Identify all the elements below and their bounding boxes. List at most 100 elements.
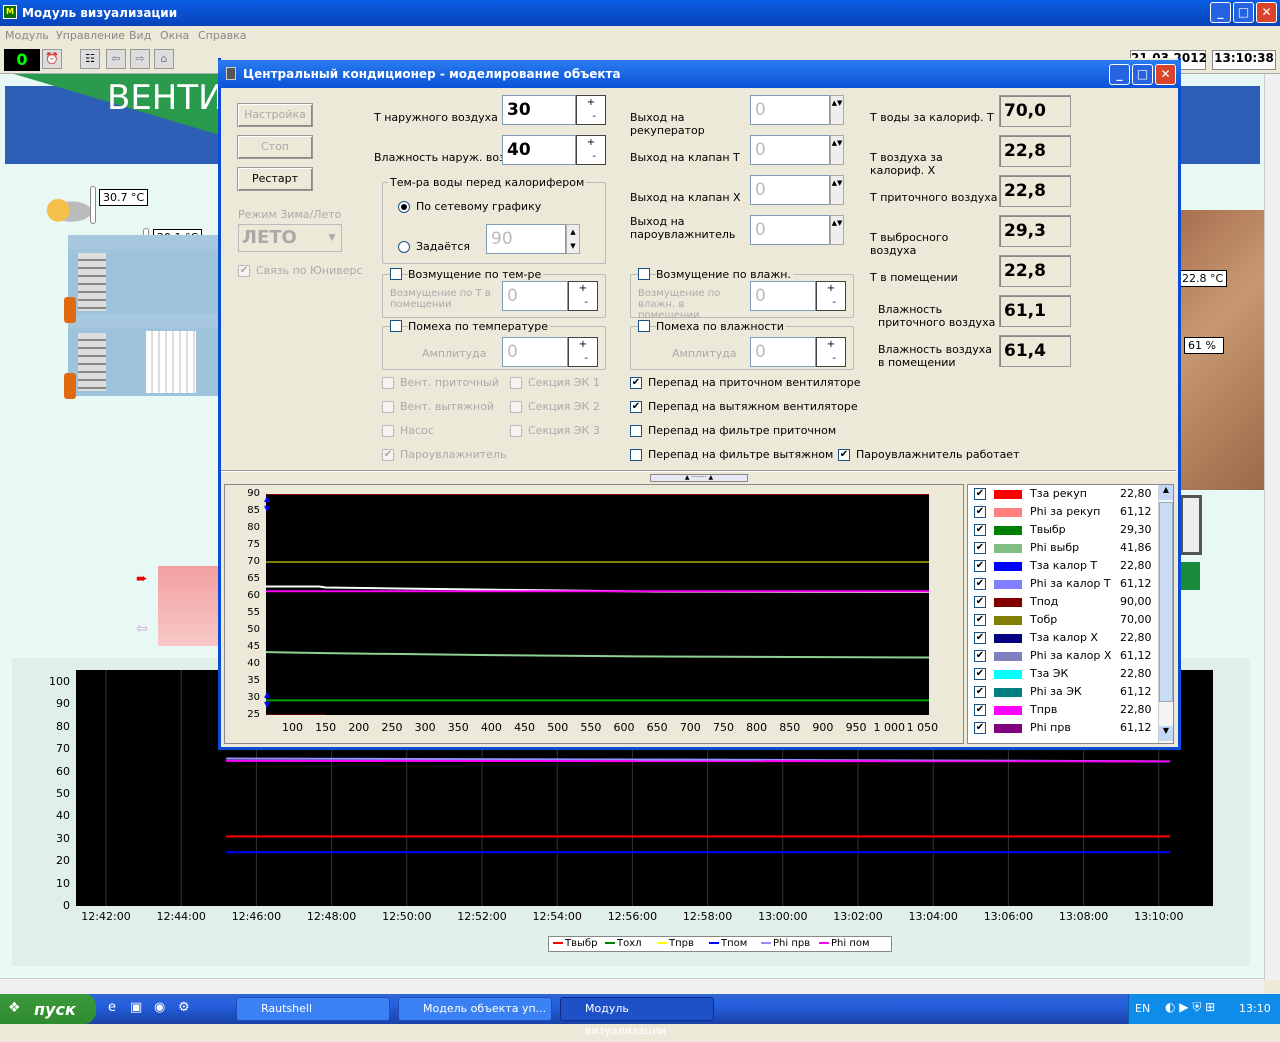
plus-minus-icon[interactable]: + - bbox=[568, 337, 598, 367]
legend-checkbox[interactable]: ✔ bbox=[974, 614, 986, 626]
legend-row[interactable]: ✔Phi за калор Х61,12 bbox=[972, 647, 1152, 665]
noise-temp-input[interactable]: 0 bbox=[502, 337, 568, 367]
alarm-clock-icon[interactable]: ⏰ bbox=[42, 49, 62, 69]
tree-icon[interactable]: ☷ bbox=[80, 49, 100, 69]
legend-row[interactable]: ✔Тобр70,00 bbox=[972, 611, 1152, 629]
plus-minus-icon[interactable]: + - bbox=[816, 281, 846, 311]
alarm-checkbox[interactable] bbox=[630, 449, 642, 461]
legend-row[interactable]: ✔Тза рекуп22,80 bbox=[972, 485, 1152, 503]
disabled-checkbox[interactable] bbox=[510, 425, 522, 437]
disabled-checkbox[interactable] bbox=[510, 401, 522, 413]
legend-checkbox[interactable]: ✔ bbox=[974, 596, 986, 608]
noise-hum-input[interactable]: 0 bbox=[750, 337, 816, 367]
home-icon[interactable]: ⌂ bbox=[154, 49, 174, 69]
legend-checkbox[interactable]: ✔ bbox=[974, 722, 986, 734]
splitter[interactable] bbox=[221, 470, 1176, 472]
menu-control[interactable]: Управление bbox=[56, 29, 125, 42]
link-checkbox[interactable]: ✔ bbox=[238, 265, 250, 277]
humidifier-checkbox[interactable]: ✔ bbox=[838, 449, 850, 461]
setup-button[interactable]: Настройка bbox=[237, 103, 313, 127]
save-icon[interactable]: ▣ bbox=[130, 1000, 142, 1015]
dist-hum-checkbox[interactable] bbox=[638, 268, 650, 280]
legend-row[interactable]: ✔Твыбр29,30 bbox=[972, 521, 1152, 539]
legend-checkbox[interactable]: ✔ bbox=[974, 524, 986, 536]
noise-hum-checkbox[interactable] bbox=[638, 320, 650, 332]
menu-view[interactable]: Вид bbox=[129, 29, 151, 42]
outdoor-humidity-input[interactable]: 40 bbox=[502, 135, 576, 165]
tray-icon[interactable]: ◐ ▶ ⛨ ⊞ bbox=[1165, 1000, 1215, 1015]
menu-module[interactable]: Модуль bbox=[5, 29, 49, 42]
alarm-checkbox[interactable]: ✔ bbox=[630, 401, 642, 413]
y-scroll-arrows-icon[interactable]: ▲▼ bbox=[264, 494, 272, 514]
vertical-scrollbar[interactable] bbox=[1264, 74, 1280, 980]
spinner-icon[interactable]: ▲▼ bbox=[830, 175, 844, 205]
restart-button[interactable]: Рестарт bbox=[237, 167, 313, 191]
legend-row[interactable]: ✔Phi прв61,12 bbox=[972, 719, 1152, 737]
plus-minus-icon[interactable]: + - bbox=[576, 135, 606, 165]
legend-checkbox[interactable]: ✔ bbox=[974, 704, 986, 716]
legend-row[interactable]: ✔Тпрв22,80 bbox=[972, 701, 1152, 719]
back-icon[interactable]: ⇦ bbox=[106, 49, 126, 69]
legend-checkbox[interactable]: ✔ bbox=[974, 632, 986, 644]
menu-help[interactable]: Справка bbox=[198, 29, 246, 42]
menu-windows[interactable]: Окна bbox=[160, 29, 189, 42]
legend-row[interactable]: ✔Phi за ЭК61,12 bbox=[972, 683, 1152, 701]
legend-checkbox[interactable]: ✔ bbox=[974, 650, 986, 662]
dist-temp-input[interactable]: 0 bbox=[502, 281, 568, 311]
close-button[interactable]: ✕ bbox=[1256, 2, 1277, 23]
stop-button[interactable]: Стоп bbox=[237, 135, 313, 159]
spinner-icon[interactable]: ▲▼ bbox=[830, 135, 844, 165]
legend-scrollbar[interactable]: ▲ ▼ bbox=[1158, 485, 1173, 743]
water-temp-input[interactable]: 90 bbox=[486, 224, 566, 254]
plus-minus-icon[interactable]: + - bbox=[576, 95, 606, 125]
dialog-close-button[interactable]: ✕ bbox=[1155, 64, 1176, 85]
ie-icon[interactable]: e bbox=[108, 1000, 116, 1015]
alarm-checkbox[interactable]: ✔ bbox=[630, 377, 642, 389]
task-visualization[interactable]: Модуль визуализации bbox=[560, 997, 714, 1021]
start-button[interactable]: ❖ пуск bbox=[0, 994, 96, 1024]
legend-row[interactable]: ✔Phi за рекуп61,12 bbox=[972, 503, 1152, 521]
mode-select[interactable]: ЛЕТО ▼ bbox=[238, 224, 342, 252]
legend-checkbox[interactable]: ✔ bbox=[974, 668, 986, 680]
disabled-checkbox[interactable] bbox=[382, 377, 394, 389]
language-indicator[interactable]: EN bbox=[1135, 1002, 1150, 1015]
task-rautshell[interactable]: Rautshell bbox=[236, 997, 390, 1021]
legend-row[interactable]: ✔Phi выбр41,86 bbox=[972, 539, 1152, 557]
plus-minus-icon[interactable]: + - bbox=[816, 337, 846, 367]
legend-checkbox[interactable]: ✔ bbox=[974, 578, 986, 590]
dialog-maximize-button[interactable]: □ bbox=[1132, 64, 1153, 85]
task-model[interactable]: Модель объекта уп... bbox=[398, 997, 552, 1021]
outdoor-temp-input[interactable]: 30 bbox=[502, 95, 576, 125]
dist-temp-checkbox[interactable] bbox=[390, 268, 402, 280]
maximize-button[interactable]: □ bbox=[1233, 2, 1254, 23]
sim-plot-area[interactable] bbox=[266, 494, 929, 715]
noise-temp-checkbox[interactable] bbox=[390, 320, 402, 332]
disabled-checkbox[interactable] bbox=[382, 425, 394, 437]
legend-row[interactable]: ✔Тза калор Х22,80 bbox=[972, 629, 1152, 647]
disabled-checkbox[interactable] bbox=[382, 401, 394, 413]
horizontal-scrollbar[interactable] bbox=[0, 978, 1264, 994]
dist-hum-input[interactable]: 0 bbox=[750, 281, 816, 311]
spinner-icon[interactable]: ▲▼ bbox=[830, 95, 844, 125]
spinner-icon[interactable]: ▲▼ bbox=[566, 224, 580, 254]
legend-row[interactable]: ✔Тпод90,00 bbox=[972, 593, 1152, 611]
legend-row[interactable]: ✔Тза ЭК22,80 bbox=[972, 665, 1152, 683]
forward-icon[interactable]: ⇨ bbox=[130, 49, 150, 69]
dialog-minimize-button[interactable]: _ bbox=[1109, 64, 1130, 85]
alarm-checkbox[interactable] bbox=[630, 425, 642, 437]
disabled-checkbox[interactable]: ✔ bbox=[382, 449, 394, 461]
spinner-icon[interactable]: ▲▼ bbox=[830, 215, 844, 245]
legend-row[interactable]: ✔Тза калор Т22,80 bbox=[972, 557, 1152, 575]
legend-checkbox[interactable]: ✔ bbox=[974, 488, 986, 500]
plus-minus-icon[interactable]: + - bbox=[568, 281, 598, 311]
legend-row[interactable]: ✔Phi за калор Т61,12 bbox=[972, 575, 1152, 593]
radio-manual[interactable] bbox=[398, 241, 410, 253]
y-scroll-arrows-icon[interactable]: ▲▼ bbox=[264, 690, 272, 710]
media-icon[interactable]: ◉ bbox=[154, 1000, 165, 1015]
legend-checkbox[interactable]: ✔ bbox=[974, 560, 986, 572]
minimize-button[interactable]: _ bbox=[1210, 2, 1231, 23]
legend-checkbox[interactable]: ✔ bbox=[974, 542, 986, 554]
disabled-checkbox[interactable] bbox=[510, 377, 522, 389]
legend-checkbox[interactable]: ✔ bbox=[974, 506, 986, 518]
splitter-handle-icon[interactable]: ▲ ········ ▲ bbox=[650, 474, 748, 482]
